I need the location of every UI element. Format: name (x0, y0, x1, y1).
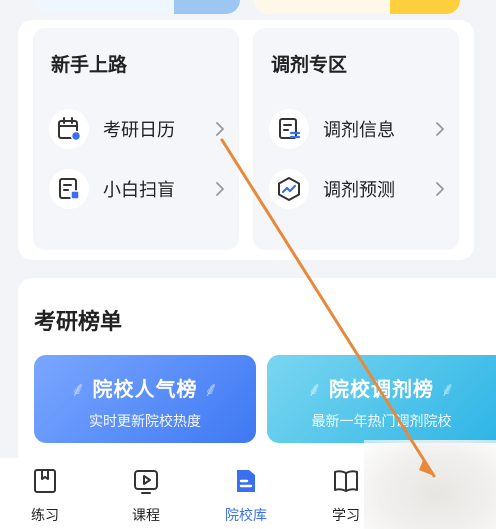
basics-entry[interactable]: 小白扫盲 (49, 167, 227, 211)
blurred-corner (364, 440, 496, 529)
laurel-left-icon: ⸙ (307, 377, 323, 401)
school-icon (232, 467, 260, 495)
adjust-forecast-label: 调剂预测 (323, 180, 395, 201)
chevron-right-icon (213, 182, 227, 196)
adjust-info-label: 调剂信息 (323, 120, 395, 141)
newbie-section: 新手上路 考研日历 小白扫盲 (33, 28, 239, 250)
chevron-right-icon (433, 182, 447, 196)
tab-practice-label: 练习 (31, 508, 59, 524)
info-list-icon (269, 109, 309, 149)
tab-courses[interactable]: 课程 (106, 458, 186, 529)
adjust-info-entry[interactable]: 调剂信息 (269, 107, 447, 151)
adjust-ranking-card[interactable]: ⸙ 院校调剂榜 ⸙ 最新一年热门调剂院校 (267, 355, 496, 443)
trend-icon (269, 169, 309, 209)
ranking-title: 考研榜单 (34, 310, 123, 335)
adjust-ranking-subtitle: 最新一年热门调剂院校 (311, 414, 452, 430)
adjust-title: 调剂专区 (271, 54, 348, 76)
popularity-ranking-title-row: ⸙ 院校人气榜 ⸙ (34, 373, 256, 402)
adjust-section: 调剂专区 调剂信息 调剂预测 (253, 28, 459, 250)
tab-school-library-label: 院校库 (225, 508, 267, 524)
laurel-right-icon: ⸙ (440, 377, 456, 401)
popularity-ranking-title: 院校人气榜 (92, 377, 198, 401)
laurel-right-icon: ⸙ (203, 377, 220, 401)
book-icon (31, 467, 59, 495)
chevron-right-icon (433, 122, 447, 136)
adjust-forecast-entry[interactable]: 调剂预测 (269, 167, 447, 211)
open-book-icon (332, 467, 360, 495)
document-icon (49, 169, 89, 209)
play-icon (132, 467, 160, 495)
adjust-ranking-title: 院校调剂榜 (329, 377, 434, 401)
laurel-left-icon: ⸙ (70, 377, 87, 401)
top-card-left[interactable] (36, 0, 240, 14)
tab-practice[interactable]: 练习 (5, 458, 85, 529)
calendar-icon (49, 109, 89, 149)
top-card-right-graphic (390, 0, 460, 14)
ranking-panel: 考研榜单 ⸙ 院校人气榜 ⸙ 实时更新院校热度 ⸙ 院校调剂榜 ⸙ 最新一年热门调剂院校 (18, 278, 496, 458)
popularity-ranking-subtitle: 实时更新院校热度 (89, 414, 201, 430)
top-card-right[interactable] (254, 0, 460, 14)
adjust-ranking-title-row: ⸙ 院校调剂榜 ⸙ (267, 373, 496, 402)
calendar-entry[interactable]: 考研日历 (49, 107, 227, 151)
popularity-ranking-card[interactable]: ⸙ 院校人气榜 ⸙ 实时更新院校热度 (34, 355, 256, 443)
tab-school-library[interactable]: 院校库 (206, 458, 286, 529)
newbie-title: 新手上路 (51, 54, 128, 76)
chevron-right-icon (213, 122, 227, 136)
tab-courses-label: 课程 (132, 508, 160, 524)
basics-label: 小白扫盲 (103, 180, 175, 201)
quick-entry-panel: 新手上路 考研日历 小白扫盲 调剂专区 调剂信息 调剂预测 (18, 20, 474, 260)
top-card-left-graphic (174, 0, 240, 14)
calendar-label: 考研日历 (103, 120, 175, 141)
